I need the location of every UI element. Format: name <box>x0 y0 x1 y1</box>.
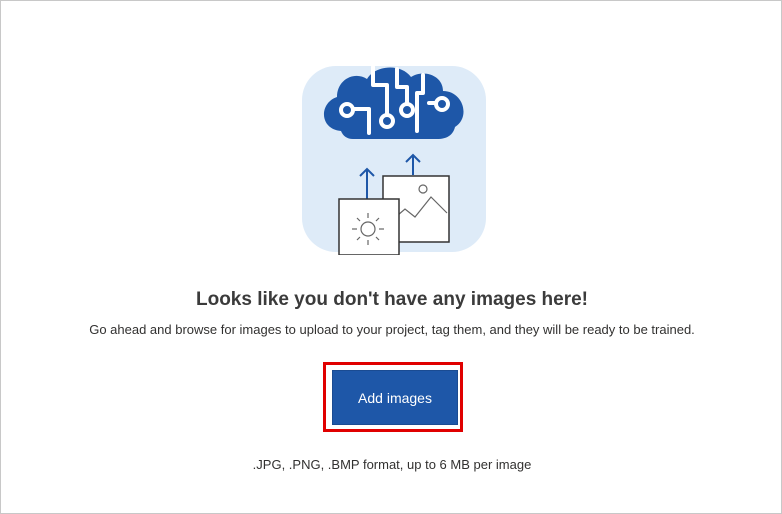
supported-formats-note: .JPG, .PNG, .BMP format, up to 6 MB per … <box>252 457 532 472</box>
empty-state-heading: Looks like you don't have any images her… <box>195 289 589 310</box>
empty-state-description: Go ahead and browse for images to upload… <box>89 322 695 337</box>
sun-photo-icon <box>338 198 400 255</box>
empty-state-panel: Looks like you don't have any images her… <box>0 0 782 514</box>
ai-cloud-upload-illustration <box>302 65 486 255</box>
add-images-button[interactable]: Add images <box>332 370 458 425</box>
